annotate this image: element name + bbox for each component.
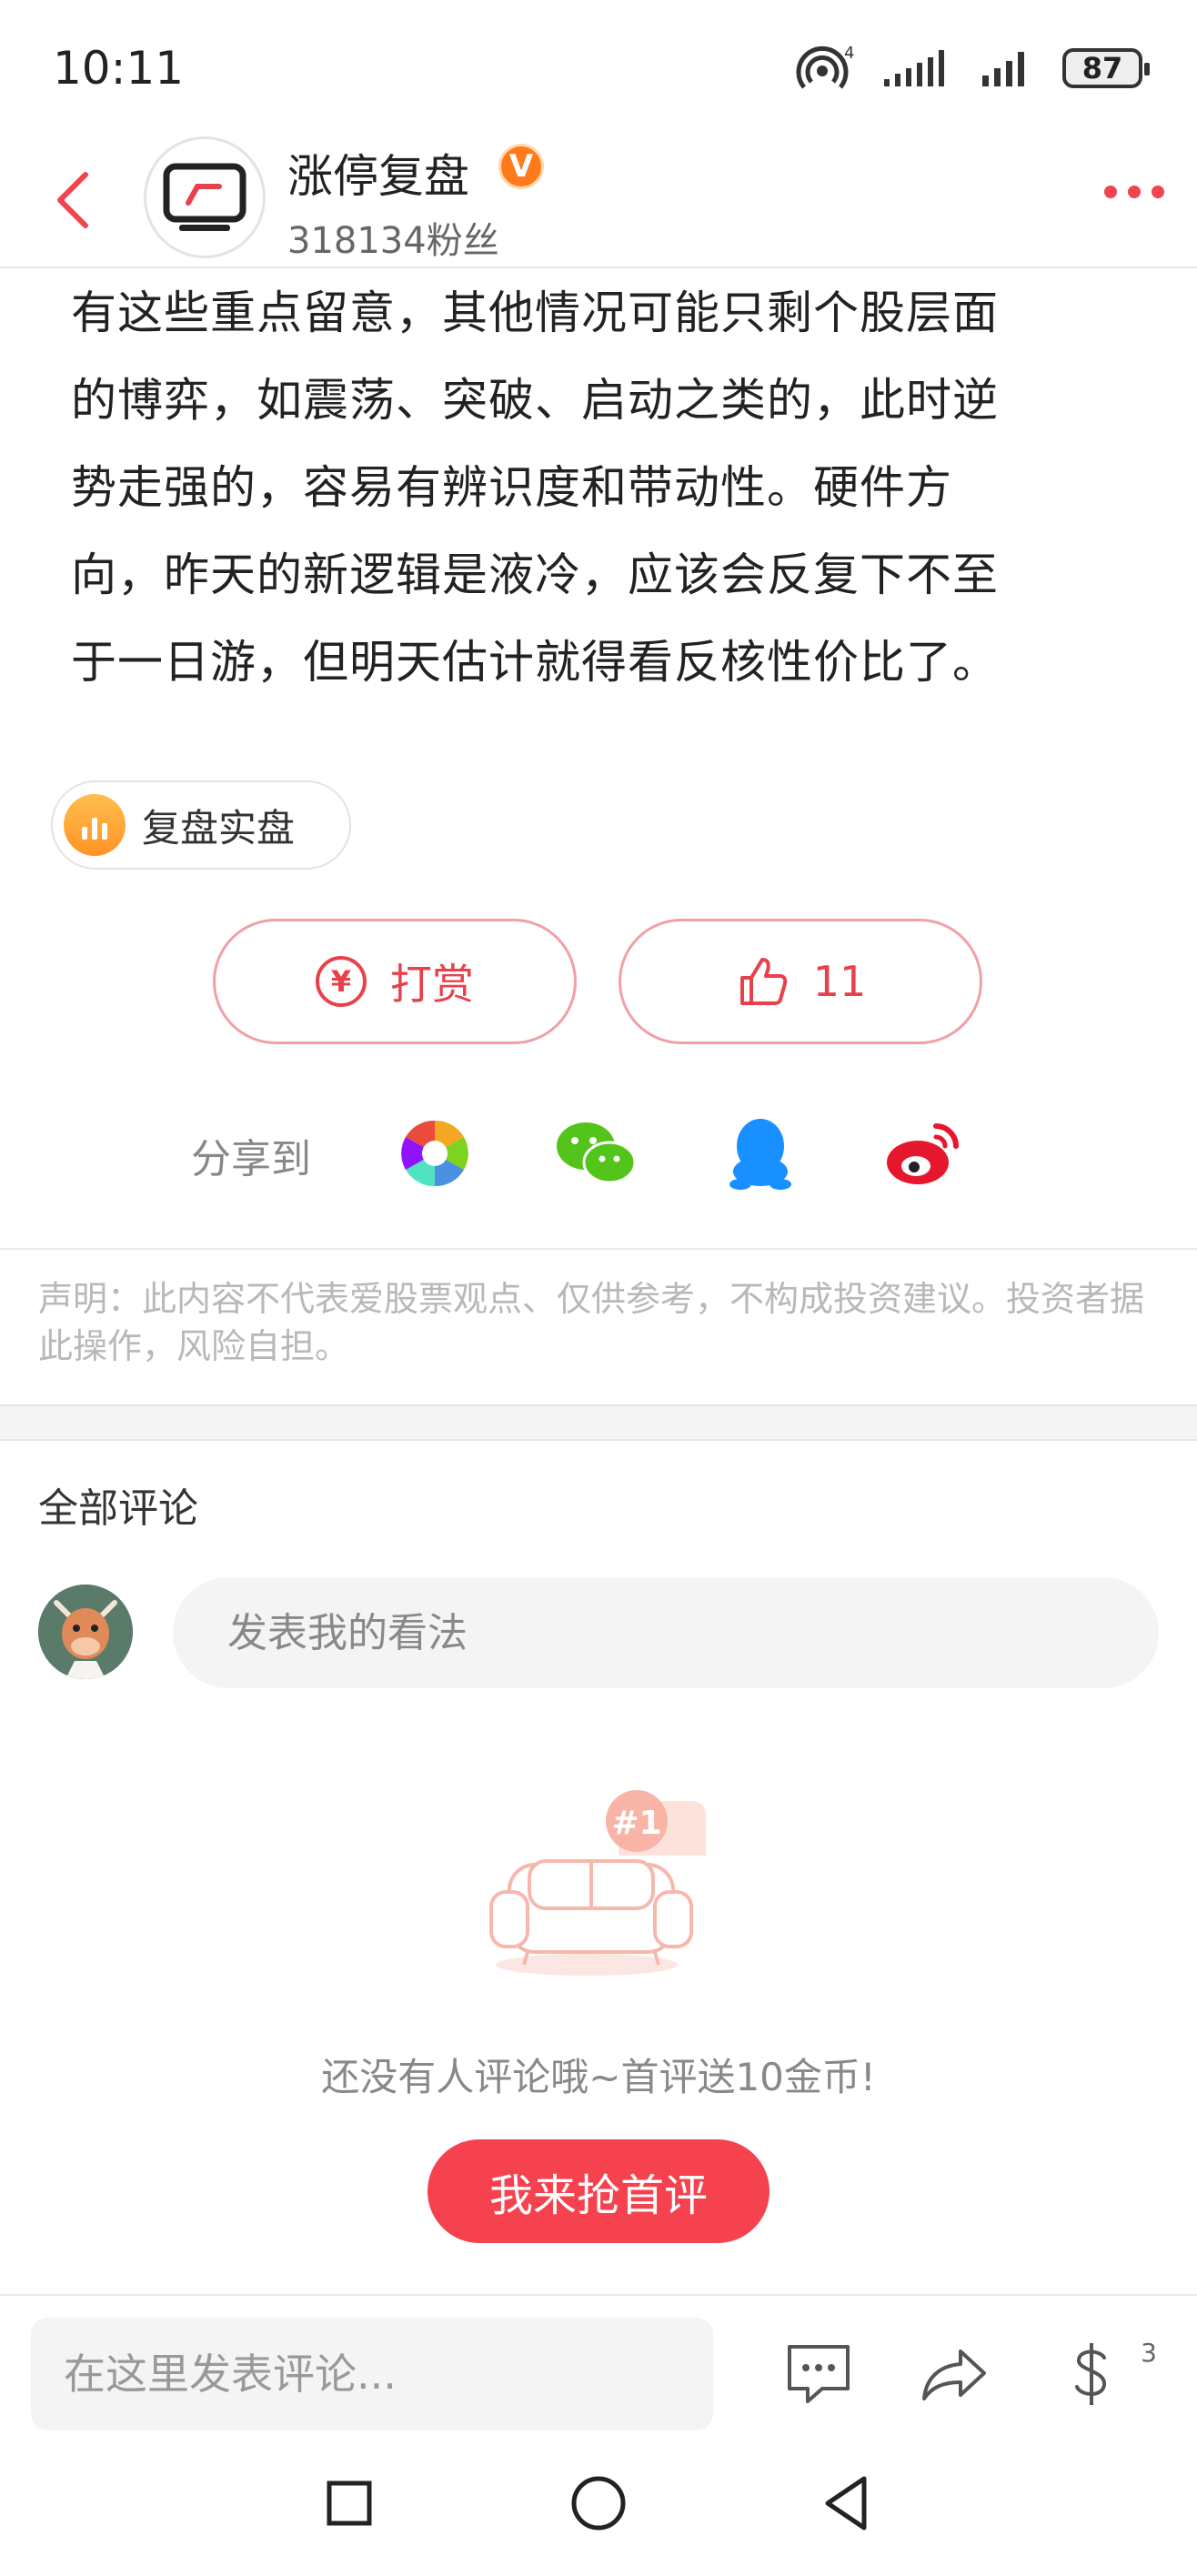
square-icon	[327, 2480, 372, 2526]
bottom-bar: 3	[0, 2294, 1197, 2430]
article-line: 的博弈，如震荡、突破、启动之类的，此时逆	[71, 374, 999, 427]
qq-icon[interactable]	[715, 1108, 806, 1199]
comment-bubble-icon	[788, 2345, 850, 2403]
dot-icon	[1152, 186, 1164, 198]
divider	[0, 1248, 1197, 1250]
bar-chart-icon	[64, 794, 126, 856]
signal-icon-2	[982, 52, 1024, 86]
article-line: 有这些重点留意，其他情况可能只剩个股层面	[71, 287, 999, 339]
like-count: 11	[812, 957, 867, 1006]
monitor-logo-icon	[163, 163, 246, 231]
empty-comments-text: 还没有人评论哦~首评送10金币!	[321, 2055, 876, 2099]
svg-text:4: 4	[844, 45, 854, 63]
author-avatar[interactable]	[144, 136, 266, 258]
dollar-icon	[1075, 2343, 1106, 2405]
reward-button[interactable]: ¥ 打赏	[213, 919, 577, 1044]
fans-count: 318134粉丝	[287, 220, 499, 262]
topic-tag-label: 复盘实盘	[142, 805, 296, 850]
more-options-button[interactable]	[1104, 186, 1164, 198]
verified-badge-icon: V	[498, 144, 544, 189]
coin-count: 3	[1141, 2338, 1157, 2368]
recents-button[interactable]	[304, 2458, 395, 2549]
dot-icon	[1128, 186, 1141, 198]
reward-label: 打赏	[390, 960, 474, 1009]
section-divider	[0, 1404, 1197, 1441]
comment-input[interactable]	[173, 1577, 1159, 1688]
signal-icon	[884, 50, 944, 86]
triangle-back-icon	[825, 2476, 867, 2531]
thumbs-up-icon	[739, 958, 787, 1005]
article-body: 有这些重点留意，其他情况可能只剩个股层面 的博弈，如震荡、突破、启动之类的，此时…	[71, 269, 1126, 706]
yen-icon: ¥	[316, 956, 367, 1007]
back-nav-button[interactable]	[800, 2458, 891, 2549]
article-line: 向，昨天的新逻辑是液冷，应该会反复下不至	[71, 548, 999, 601]
hotspot-icon: 4	[796, 45, 854, 89]
share-button[interactable]	[910, 2329, 1001, 2420]
dot-icon	[1104, 186, 1117, 198]
comments-title: 全部评论	[38, 1485, 198, 1532]
status-bar: 10:11 4 87	[0, 0, 1197, 136]
cow-avatar-icon	[38, 1585, 133, 1679]
share-row: 分享到	[0, 1108, 1197, 1199]
circle-icon	[571, 2476, 626, 2531]
back-button[interactable]	[47, 164, 102, 236]
svg-text:#1: #1	[611, 1805, 661, 1842]
status-time: 10:11	[53, 42, 185, 95]
share-arrow-icon	[922, 2350, 986, 2400]
status-icons: 4 87	[795, 45, 1150, 91]
disclaimer-text: 声明：此内容不代表爱股票观点、仅供参考，不构成投资建议。投资者据此操作，风险自担…	[38, 1279, 1145, 1366]
moments-icon[interactable]	[389, 1108, 480, 1199]
article-line: 势走强的，容易有辨识度和带动性。硬件方	[71, 461, 952, 514]
comment-button[interactable]	[773, 2329, 864, 2420]
home-button[interactable]	[553, 2458, 644, 2549]
weibo-icon[interactable]	[879, 1108, 970, 1199]
wechat-icon[interactable]	[551, 1108, 642, 1199]
author-name[interactable]: 涨停复盘	[287, 140, 469, 206]
sofa-illustration-icon: #1	[489, 1790, 706, 1976]
article-line: 于一日游，但明天估计就得看反核性价比了。	[71, 636, 999, 689]
chevron-left-icon	[57, 172, 88, 228]
battery-icon: 87	[1062, 48, 1150, 88]
share-label: 分享到	[191, 1136, 311, 1182]
bottom-comment-input[interactable]	[31, 2318, 713, 2430]
coin-button[interactable]	[1046, 2329, 1137, 2420]
like-button[interactable]: 11	[619, 919, 982, 1044]
author-header: 涨停复盘 V 318134粉丝	[0, 136, 1197, 268]
system-nav-bar	[0, 2430, 1197, 2576]
topic-tag[interactable]: 复盘实盘	[51, 780, 351, 870]
user-avatar	[38, 1585, 133, 1679]
first-comment-button[interactable]: 我来抢首评	[428, 2139, 770, 2243]
